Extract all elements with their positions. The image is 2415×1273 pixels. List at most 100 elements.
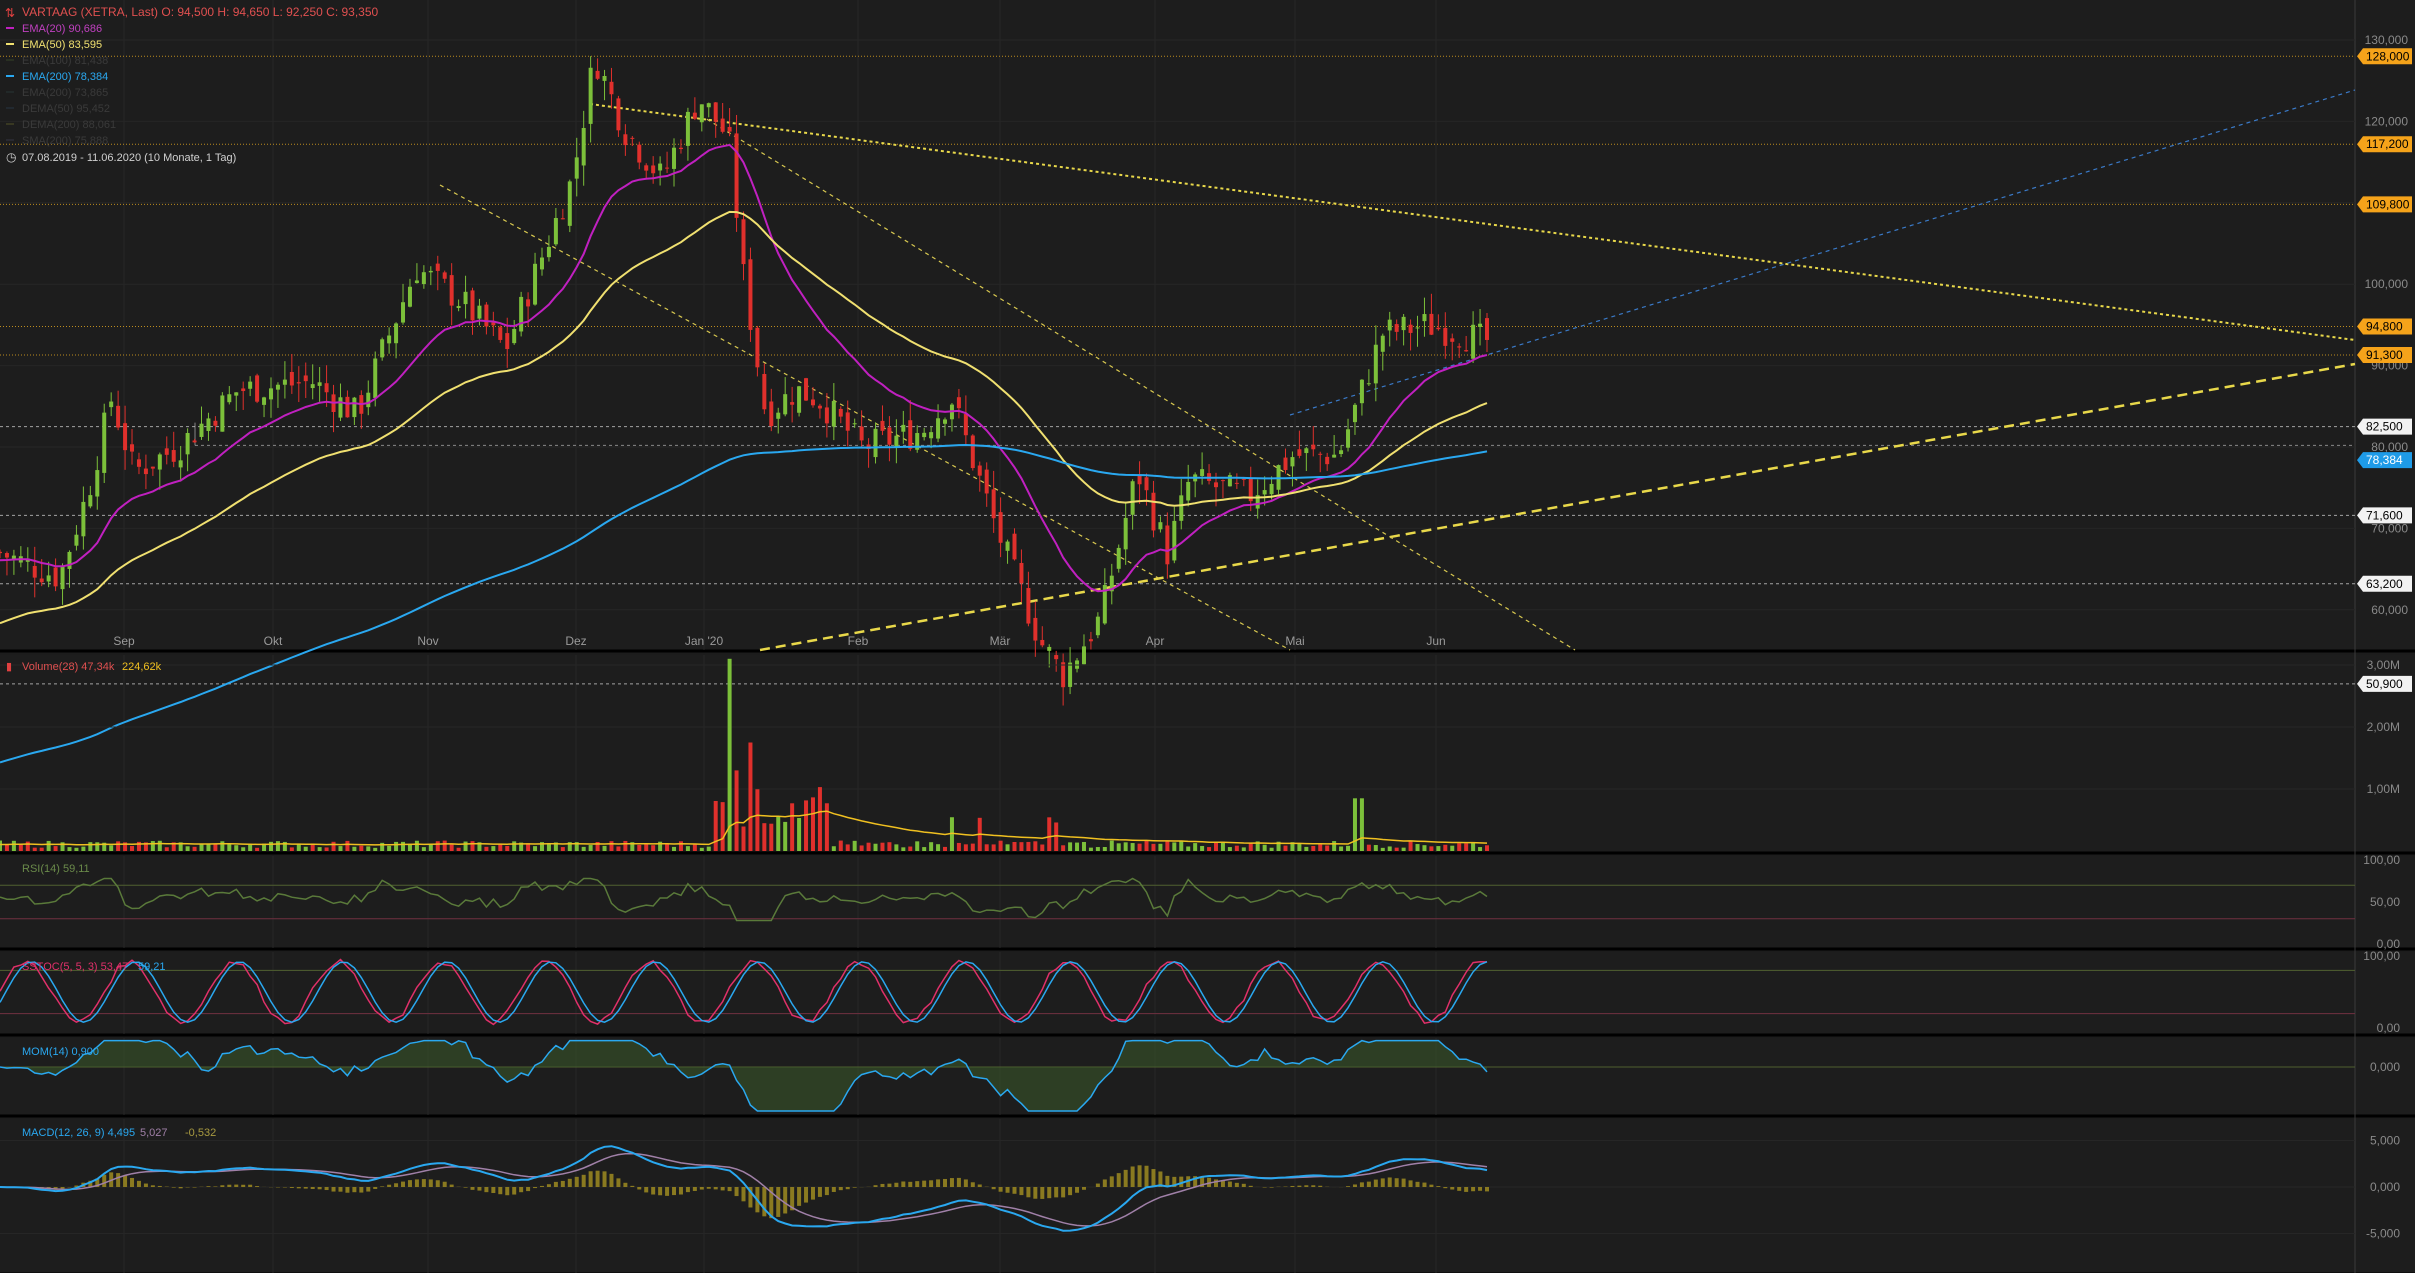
macd-hist-bar — [116, 1173, 121, 1187]
candle-body — [241, 388, 246, 392]
candle-body — [1095, 616, 1100, 636]
legend-label[interactable]: DEMA(50) 95,452 — [22, 103, 110, 115]
candle-body — [1422, 314, 1427, 322]
volume-bar — [887, 842, 892, 851]
candle-body — [116, 405, 121, 428]
macd-hist-bar — [630, 1185, 635, 1187]
volume-bar — [1172, 842, 1177, 851]
candle-body — [1081, 646, 1086, 665]
legend-label[interactable]: EMA(200) 73,865 — [22, 87, 108, 99]
candle-body — [463, 291, 468, 305]
x-tick-label: Jan '20 — [685, 634, 724, 648]
candle-body — [1380, 335, 1385, 352]
instrument-title: VARTAAG (XETRA, Last) O: 94,500 H: 94,65… — [22, 5, 379, 19]
volume-bar — [1339, 846, 1344, 851]
volume-bar — [1137, 843, 1142, 851]
volume-bar — [1144, 841, 1149, 851]
candle-body — [553, 217, 558, 245]
svg-text:78,384: 78,384 — [2366, 453, 2403, 467]
candle-body — [936, 418, 941, 439]
macd-hist-bar — [1422, 1182, 1427, 1187]
candle-body — [539, 257, 544, 270]
candle-body — [922, 432, 927, 438]
macd-hist-bar — [477, 1187, 482, 1191]
level-badge: 94,800 — [2357, 318, 2412, 335]
macd-hist-bar — [665, 1187, 670, 1196]
volume-bar — [11, 840, 16, 851]
macd-hist-bar — [227, 1184, 232, 1187]
rsi-label[interactable]: RSI(14) 59,11 — [22, 863, 90, 875]
macd-hist-bar — [1026, 1187, 1031, 1198]
candle-body — [262, 397, 267, 405]
macd-hist-bar — [192, 1187, 197, 1188]
macd-label[interactable]: MACD(12, 26, 9) 4,495 — [22, 1127, 135, 1139]
candle-body — [303, 375, 308, 382]
volume-bar — [838, 840, 843, 851]
volume-bar — [512, 841, 517, 851]
candle-body — [1373, 344, 1378, 384]
mom-label[interactable]: MOM(14) 0,900 — [22, 1046, 99, 1058]
macd-hist-bar — [1485, 1187, 1489, 1192]
macd-hist-bar — [692, 1187, 697, 1191]
volume-bar — [185, 846, 190, 851]
volume-bar — [275, 841, 280, 851]
macd-hist-bar — [1290, 1185, 1295, 1187]
legend-label[interactable]: SMA(200) 75,888 — [22, 135, 108, 147]
legend-swatch — [6, 107, 14, 109]
volume-bar — [81, 846, 86, 851]
macd-hist-bar — [1401, 1178, 1406, 1187]
candle-body — [1352, 404, 1357, 423]
candle-body — [519, 296, 524, 332]
candle-body — [1478, 323, 1483, 327]
candle-body — [199, 423, 204, 437]
candle-body — [81, 501, 86, 537]
candle-body — [1332, 454, 1337, 458]
candle-body — [929, 432, 934, 439]
price-tick-label: 130,000 — [2365, 33, 2409, 47]
candle-body — [310, 384, 315, 389]
candle-body — [797, 386, 802, 413]
candle-body — [213, 420, 218, 426]
legend-label[interactable]: DEMA(200) 88,061 — [22, 119, 116, 131]
candle-body — [477, 305, 482, 319]
sstoc-label[interactable]: SSTOC(5, 5, 3) 53,47 — [22, 961, 128, 973]
macd-hist-bar — [1297, 1185, 1302, 1187]
volume-label[interactable]: Volume(28) 47,34k — [22, 661, 115, 673]
volume-bar — [338, 846, 343, 851]
legend-label[interactable]: EMA(200) 78,384 — [22, 71, 108, 83]
candle-body — [1415, 327, 1420, 329]
svg-text:50,900: 50,900 — [2366, 677, 2403, 691]
macd-hist-bar — [220, 1185, 225, 1187]
macd-hist-bar — [991, 1187, 996, 1190]
legend-label[interactable]: EMA(100) 81,438 — [22, 55, 108, 67]
candle-body — [470, 290, 475, 321]
volume-bar — [1047, 817, 1052, 851]
candle-body — [1464, 350, 1469, 352]
candle-body — [234, 392, 239, 396]
volume-bar — [769, 823, 774, 851]
volume-avg-value: 224,62k — [122, 661, 162, 673]
macd-hist-bar — [1061, 1187, 1066, 1198]
candle-body — [706, 103, 711, 108]
macd-hist-bar — [526, 1187, 531, 1192]
candle-body — [1311, 444, 1316, 450]
candle-body — [4, 553, 9, 558]
candle-body — [248, 381, 253, 389]
volume-bar — [324, 847, 329, 851]
volume-bar — [1366, 844, 1371, 851]
volume-bar — [1436, 846, 1441, 851]
volume-bar — [1352, 798, 1357, 851]
candle-body — [484, 304, 489, 327]
volume-bar — [637, 844, 642, 851]
volume-bar — [255, 847, 260, 851]
legend-label[interactable]: EMA(50) 83,595 — [22, 39, 102, 51]
macd-hist-bar — [908, 1181, 913, 1187]
volume-bar — [1457, 843, 1462, 851]
candle-body — [644, 165, 649, 171]
legend-label[interactable]: EMA(20) 90,686 — [22, 23, 102, 35]
candle-body — [963, 413, 968, 436]
volume-bar — [1033, 841, 1038, 851]
candle-body — [289, 371, 294, 386]
volume-bar — [130, 845, 135, 851]
x-tick-label: Nov — [417, 634, 438, 648]
